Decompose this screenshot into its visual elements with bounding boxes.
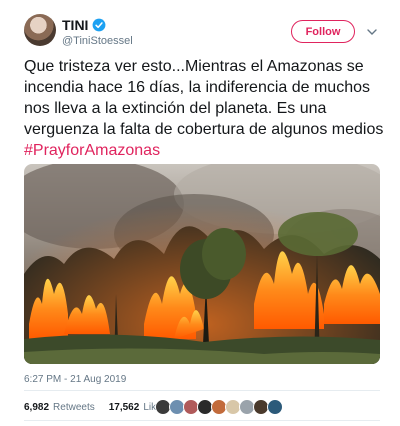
likers-avatars[interactable]: [155, 399, 283, 415]
divider: [24, 420, 380, 421]
verified-badge-icon: [93, 18, 106, 32]
retweets-count[interactable]: 6,982: [24, 402, 49, 413]
likes-count[interactable]: 17,562: [109, 402, 140, 413]
tweet-body: Que tristeza ver esto...Mientras el Amaz…: [24, 58, 384, 138]
retweets-label[interactable]: Retweets: [53, 402, 95, 413]
author-name[interactable]: TINI: [62, 17, 88, 33]
liker-avatar[interactable]: [267, 399, 283, 415]
tweet-photo[interactable]: [24, 164, 380, 364]
tweet-stats: 6,982 Retweets 17,562 Likes: [24, 402, 167, 413]
divider: [24, 390, 380, 391]
author-row: TINI: [62, 17, 106, 33]
chevron-down-icon[interactable]: [367, 27, 377, 37]
forest-fire-image: [24, 164, 380, 364]
tweet-text: Que tristeza ver esto...Mientras el Amaz…: [24, 56, 384, 161]
hashtag-link[interactable]: #PrayforAmazonas: [24, 142, 160, 159]
avatar[interactable]: [24, 14, 56, 46]
author-handle[interactable]: @TiniStoessel: [62, 35, 133, 47]
follow-button[interactable]: Follow: [291, 20, 355, 43]
tweet-timestamp[interactable]: 6:27 PM - 21 Aug 2019: [24, 374, 126, 385]
